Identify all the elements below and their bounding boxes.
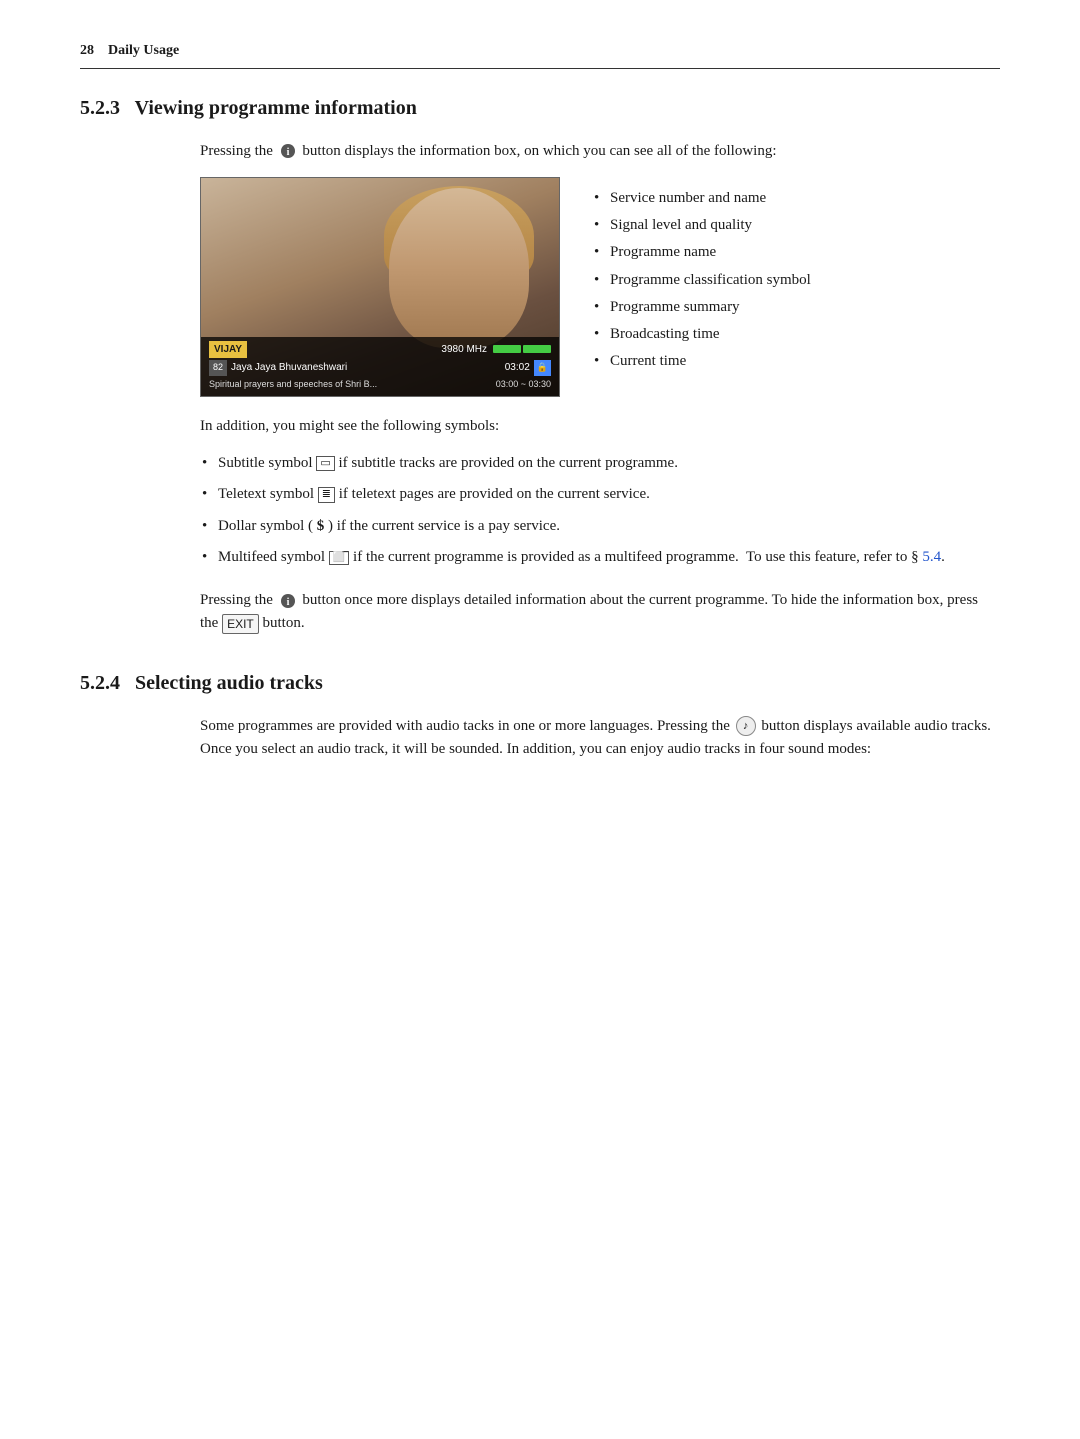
list-item-programme-name: Programme name <box>592 241 811 264</box>
dollar-symbol-item: Dollar symbol ( $ ) if the current servi… <box>200 515 1000 538</box>
overlay-row3: Spiritual prayers and speeches of Shri B… <box>209 378 551 392</box>
info-list: Service number and name Signal level and… <box>592 187 811 374</box>
additional-symbols-intro: In addition, you might see the following… <box>200 415 1000 438</box>
svg-text:i: i <box>286 597 289 608</box>
multifeed-symbol-item: Multifeed symbol ⬜̅ if the current progr… <box>200 546 1000 569</box>
section-523-content: Pressing the i button displays the infor… <box>80 140 1000 636</box>
symbols-list: Subtitle symbol ▭ if subtitle tracks are… <box>200 452 1000 569</box>
dollar-desc: ) if the current service is a pay servic… <box>328 518 560 534</box>
dollar-label: Dollar symbol ( <box>218 518 313 534</box>
multifeed-link[interactable]: 5.4 <box>922 549 941 565</box>
current-time: 03:02 <box>505 360 530 376</box>
additional-symbols: Subtitle symbol ▭ if subtitle tracks are… <box>200 452 1000 569</box>
list-item-summary: Programme summary <box>592 296 811 319</box>
subtitle-symbol-icon: ▭ <box>316 456 334 471</box>
exit-button-label: EXIT <box>222 614 259 635</box>
screenshot-box: VIJAY 3980 MHz 82 Jaya Jaya Bhuva <box>200 177 560 397</box>
intro-paragraph: Pressing the i button displays the infor… <box>200 140 1000 163</box>
screenshot-head <box>389 188 529 348</box>
multifeed-desc: if the current programme is pro­vided as… <box>353 549 945 565</box>
page-number-chapter: 28 Daily Usage <box>80 40 179 62</box>
multifeed-label: Multifeed symbol <box>218 549 329 565</box>
list-item-broadcasting-time: Broadcasting time <box>592 323 811 346</box>
time-range: 03:00 ~ 03:30 <box>496 378 551 392</box>
section-524-content: Some programmes are provided with audio … <box>80 715 1000 762</box>
page-number: 28 <box>80 43 94 58</box>
list-item-classification: Programme classification symbol <box>592 269 811 292</box>
section-523: 5.2.3 Viewing programme information Pres… <box>80 93 1000 636</box>
dollar-symbol-icon: $ <box>317 518 325 534</box>
signal-bar-level <box>493 345 521 353</box>
info-button-icon-2: i <box>279 592 297 610</box>
list-item-signal: Signal level and quality <box>592 214 811 237</box>
list-item-service: Service number and name <box>592 187 811 210</box>
overlay-row2: 82 Jaya Jaya Bhuvaneshwari 03:02 🔒 <box>209 360 551 376</box>
subtitle-desc: if subtitle tracks are provided on the c… <box>339 455 678 471</box>
overlay-row1: VIJAY 3980 MHz <box>209 341 551 359</box>
section-524-heading: 5.2.4 Selecting audio tracks <box>80 668 1000 699</box>
section-524-para: Some programmes are provided with audio … <box>200 715 1000 762</box>
teletext-symbol-icon: ≣ <box>318 487 335 502</box>
screenshot-overlay: VIJAY 3980 MHz 82 Jaya Jaya Bhuva <box>201 337 559 396</box>
chapter-title: Daily Usage <box>108 43 179 58</box>
teletext-label: Teletext symbol <box>218 486 318 502</box>
channel-number: 82 <box>209 360 227 376</box>
signal-bar-quality <box>523 345 551 353</box>
audio-button-icon: ♪ <box>736 716 756 736</box>
info-block: VIJAY 3980 MHz 82 Jaya Jaya Bhuva <box>200 177 1000 397</box>
closing-paragraph: Pressing the i button once more displays… <box>200 589 1000 636</box>
teletext-desc: if teletext pages are provided on the cu… <box>339 486 650 502</box>
signal-bars <box>493 345 551 353</box>
section-524: 5.2.4 Selecting audio tracks Some progra… <box>80 668 1000 762</box>
info-button-icon: i <box>279 142 297 160</box>
multifeed-symbol-icon: ⬜̅ <box>329 551 349 565</box>
freq-label: 3980 MHz <box>441 342 487 358</box>
svg-text:i: i <box>286 147 289 158</box>
subtitle-symbol-item: Subtitle symbol ▭ if subtitle tracks are… <box>200 452 1000 475</box>
channel-name: Jaya Jaya Bhuvaneshwari <box>231 360 347 376</box>
programme-summary: Spiritual prayers and speeches of Shri B… <box>209 378 496 392</box>
list-item-current-time: Current time <box>592 350 811 373</box>
section-523-heading: 5.2.3 Viewing programme information <box>80 93 1000 124</box>
page-header: 28 Daily Usage <box>80 40 1000 69</box>
info-list-col: Service number and name Signal level and… <box>592 177 811 378</box>
subtitle-label: Subtitle symbol <box>218 455 316 471</box>
channel-label: VIJAY <box>209 341 247 359</box>
lock-icon: 🔒 <box>534 360 551 376</box>
teletext-symbol-item: Teletext symbol ≣ if teletext pages are … <box>200 483 1000 506</box>
